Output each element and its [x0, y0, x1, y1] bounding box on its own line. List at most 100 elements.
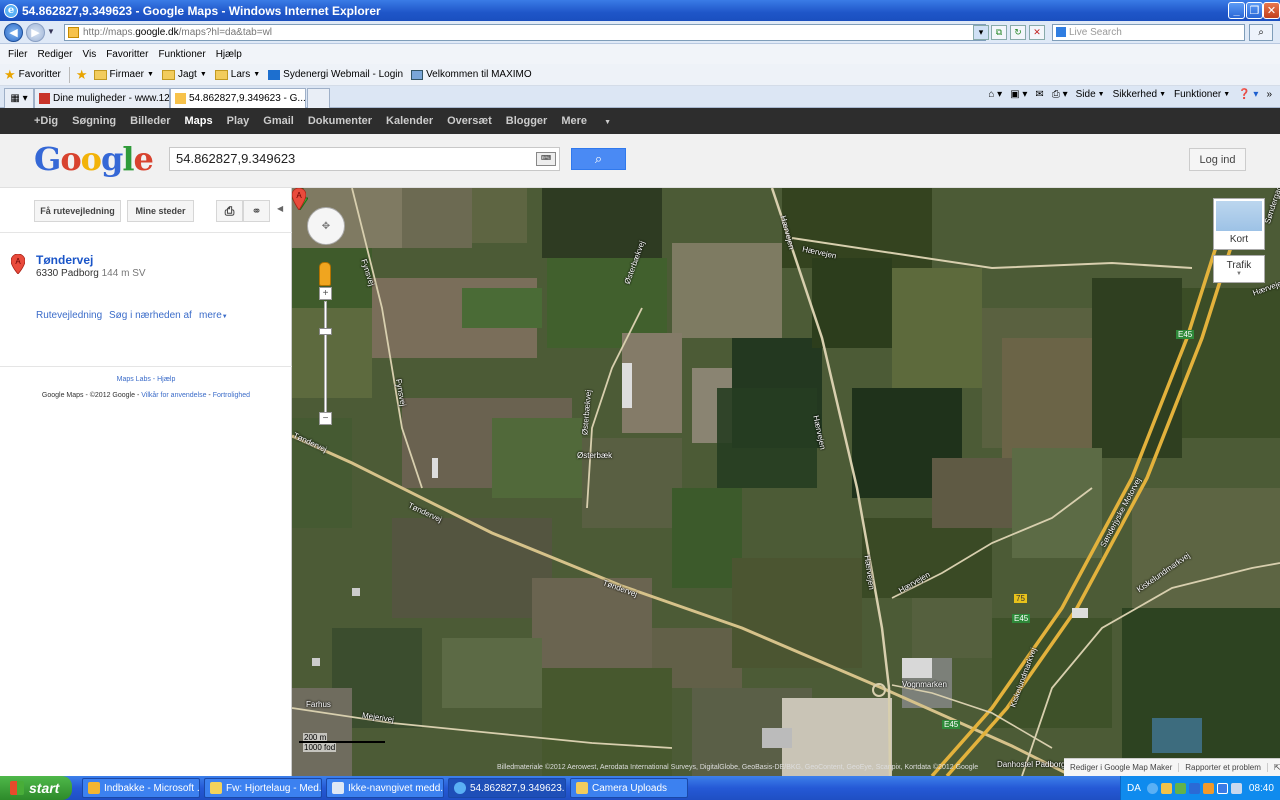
gbar-maps[interactable]: Maps: [185, 115, 213, 127]
gbar-more[interactable]: Mere ▼: [561, 115, 611, 127]
more-link[interactable]: mere▼: [199, 310, 228, 321]
traffic-button[interactable]: Trafik ▼: [1213, 255, 1265, 283]
gbar-search[interactable]: Søgning: [72, 115, 116, 127]
fav-link-sydenergi[interactable]: Sydenergi Webmail - Login: [268, 69, 403, 80]
close-button[interactable]: ✕: [1263, 2, 1280, 19]
feeds-icon[interactable]: ▣ ▾: [1010, 89, 1027, 100]
zoom-in-button[interactable]: +: [319, 287, 332, 300]
live-search-placeholder: Live Search: [1069, 27, 1122, 38]
map-type-button[interactable]: Kort: [1213, 198, 1265, 250]
gbar-play[interactable]: Play: [227, 115, 250, 127]
get-directions-button[interactable]: Få rutevejledning: [34, 200, 121, 222]
gbar-images[interactable]: Billeder: [130, 115, 170, 127]
task-camera-uploads[interactable]: Camera Uploads: [570, 778, 688, 798]
search-button[interactable]: ⌕: [571, 148, 626, 170]
help-icon[interactable]: ❓ ▾: [1238, 89, 1258, 100]
privacy-link[interactable]: Fortrolighed: [213, 392, 250, 399]
task-ie-google-maps[interactable]: 54.862827,9.349623...: [448, 778, 566, 798]
result-title-link[interactable]: Tøndervej: [36, 253, 93, 267]
address-input[interactable]: http://maps.google.dk/maps?hl=da&tab=wl: [64, 24, 986, 41]
tray-display-icon[interactable]: [1216, 782, 1228, 794]
clock[interactable]: 08:40: [1249, 783, 1274, 794]
directions-link[interactable]: Rutevejledning: [36, 310, 102, 321]
maps-labs-link[interactable]: Maps Labs: [117, 376, 151, 383]
resize-icon[interactable]: ⇱: [1268, 763, 1280, 772]
fav-link-maximo[interactable]: Velkommen til MAXIMO: [411, 69, 532, 80]
stop-icon[interactable]: ✕: [1029, 25, 1045, 40]
gbar-blogger[interactable]: Blogger: [506, 115, 548, 127]
compatibility-icon[interactable]: ⧉: [991, 25, 1007, 40]
my-places-button[interactable]: Mine steder: [127, 200, 194, 222]
report-problem-link[interactable]: Rapporter et problem: [1179, 763, 1268, 772]
gbar-calendar[interactable]: Kalender: [386, 115, 433, 127]
favorites-button[interactable]: ★ Favoritter: [4, 67, 61, 83]
forward-button[interactable]: ▶: [26, 23, 45, 42]
maps-search-input[interactable]: 54.862827,9.349623 ⌨: [169, 147, 560, 171]
menu-file[interactable]: Filer: [8, 49, 27, 60]
window-titlebar[interactable]: e 54.862827,9.349623 - Google Maps - Win…: [0, 0, 1280, 21]
tray-mail-icon[interactable]: [1160, 782, 1172, 794]
back-button[interactable]: ◀: [4, 23, 23, 42]
keyboard-icon[interactable]: ⌨: [536, 152, 556, 166]
google-logo[interactable]: Google: [34, 140, 154, 178]
tray-ie-icon[interactable]: [1146, 782, 1158, 794]
refresh-icon[interactable]: ↻: [1010, 25, 1026, 40]
language-indicator[interactable]: DA: [1127, 783, 1141, 794]
help-link[interactable]: Hjælp: [157, 376, 175, 383]
satellite-map[interactable]: Tøndervej Tøndervej Tøndervej Hærvejen H…: [292, 188, 1280, 776]
gbar-gmail[interactable]: Gmail: [263, 115, 294, 127]
live-search-input[interactable]: Live Search: [1052, 24, 1245, 41]
tray-network-icon[interactable]: [1174, 782, 1186, 794]
menu-tools[interactable]: Funktioner: [158, 49, 205, 60]
home-icon[interactable]: ⌂ ▾: [988, 89, 1002, 100]
address-dropdown-icon[interactable]: ▾: [973, 25, 989, 40]
link-icon[interactable]: ⚭: [243, 200, 270, 222]
menu-help[interactable]: Hjælp: [216, 49, 242, 60]
print-icon[interactable]: ⎙ ▾: [1052, 89, 1068, 100]
login-button[interactable]: Log ind: [1189, 148, 1246, 171]
tray-security-icon[interactable]: [1202, 782, 1214, 794]
map-pin-a-icon[interactable]: A: [292, 188, 306, 210]
print-icon[interactable]: ⎙: [216, 200, 243, 222]
start-button[interactable]: start: [0, 776, 72, 800]
mail-icon[interactable]: ✉: [1035, 89, 1043, 100]
fav-folder-firmaer[interactable]: Firmaer ▼: [93, 69, 154, 80]
tray-volume-icon[interactable]: [1230, 782, 1242, 794]
menu-view[interactable]: Vis: [82, 49, 96, 60]
map-maker-link[interactable]: Rediger i Google Map Maker: [1064, 763, 1180, 772]
cmd-page[interactable]: Side: [1076, 89, 1096, 100]
street-view-pegman-icon[interactable]: [319, 262, 331, 286]
e45-shield: E45: [1176, 330, 1195, 339]
more-commands-icon[interactable]: »: [1266, 89, 1272, 100]
fav-folder-jagt[interactable]: Jagt ▼: [161, 69, 207, 80]
zoom-slider-track[interactable]: [324, 301, 327, 413]
task-outlook-inbox[interactable]: Indbakke - Microsoft ...: [82, 778, 200, 798]
terms-link[interactable]: Vilkår for anvendelse: [141, 392, 206, 399]
quick-tabs-button[interactable]: ▦ ▾: [4, 88, 34, 108]
minimize-button[interactable]: _: [1228, 2, 1245, 19]
cmd-tools[interactable]: Funktioner: [1174, 89, 1221, 100]
gbar-plus[interactable]: +Dig: [34, 115, 58, 127]
gbar-docs[interactable]: Dokumenter: [308, 115, 372, 127]
fav-folder-lars[interactable]: Lars ▼: [214, 69, 260, 80]
menu-edit[interactable]: Rediger: [37, 49, 72, 60]
tray-messenger-icon[interactable]: [1188, 782, 1200, 794]
search-nearby-link[interactable]: Søg i nærheden af: [109, 310, 192, 321]
tab-google-maps[interactable]: 54.862827,9.349623 - G... ✕: [170, 88, 306, 108]
history-dropdown-icon[interactable]: ▼: [47, 27, 55, 36]
zoom-out-button[interactable]: −: [319, 412, 332, 425]
new-tab-button[interactable]: [307, 88, 330, 108]
gbar-translate[interactable]: Oversæt: [447, 115, 492, 127]
maximize-button[interactable]: ❐: [1246, 2, 1263, 19]
zoom-slider-thumb[interactable]: [319, 328, 332, 335]
tab-dine-muligheder[interactable]: Dine muligheder - www.123h...: [34, 88, 170, 108]
add-favorite-icon[interactable]: ★: [76, 67, 88, 83]
task-unnamed-message[interactable]: Ikke-navngivet medd...: [326, 778, 444, 798]
marker-a-icon[interactable]: A: [11, 254, 25, 274]
cmd-security[interactable]: Sikkerhed: [1113, 89, 1157, 100]
task-mail-hjortelaug[interactable]: Fw: Hjortelaug - Med...: [204, 778, 322, 798]
pan-control[interactable]: ✥: [307, 207, 345, 245]
menu-favorites[interactable]: Favoritter: [106, 49, 148, 60]
collapse-panel-icon[interactable]: ◀: [277, 204, 283, 213]
search-go-button[interactable]: ⌕: [1249, 24, 1273, 41]
